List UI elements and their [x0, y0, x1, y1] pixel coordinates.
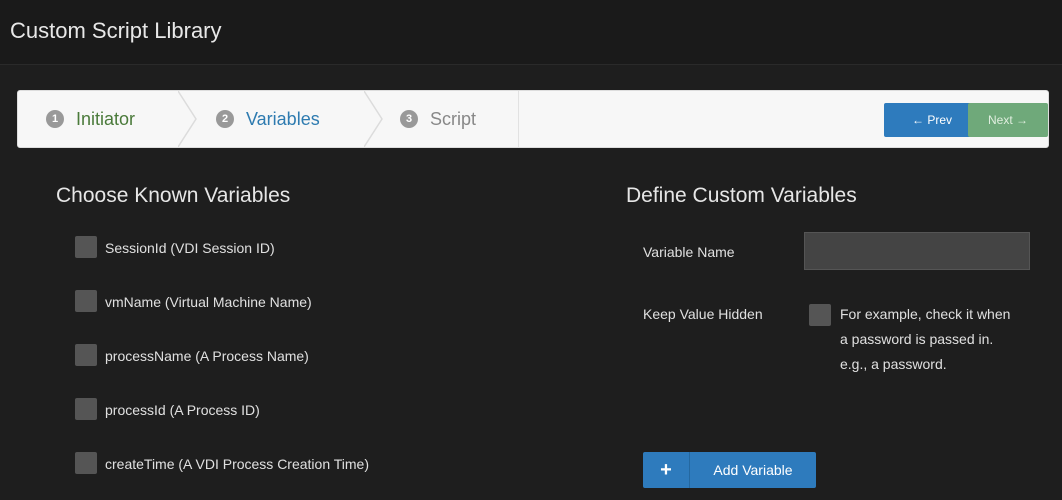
- step-label: Variables: [246, 108, 320, 129]
- next-button[interactable]: Next →: [968, 103, 1048, 137]
- checkbox-label: processName (A Process Name): [105, 348, 309, 364]
- page-title: Custom Script Library: [10, 18, 222, 43]
- checkbox-processname[interactable]: [75, 344, 97, 366]
- wizard-step-variables[interactable]: 2 Variables: [216, 91, 320, 147]
- checkbox-label: vmName (Virtual Machine Name): [105, 294, 312, 310]
- checkbox-vmname[interactable]: [75, 290, 97, 312]
- checkbox-processid[interactable]: [75, 398, 97, 420]
- step-number-icon: 3: [400, 110, 418, 128]
- wizard-step-initiator[interactable]: 1 Initiator: [46, 91, 135, 147]
- checkbox-createtime[interactable]: [75, 452, 97, 474]
- chevron-divider-icon: [178, 91, 197, 147]
- prev-button[interactable]: ← Prev: [884, 103, 980, 137]
- keep-hidden-label: Keep Value Hidden: [643, 306, 763, 322]
- variable-name-input[interactable]: [804, 232, 1030, 270]
- app-header: Custom Script Library: [0, 0, 1062, 65]
- checkbox-sessionid[interactable]: [75, 236, 97, 258]
- step-number-icon: 2: [216, 110, 234, 128]
- known-variables-heading: Choose Known Variables: [56, 184, 291, 207]
- step-number-icon: 1: [46, 110, 64, 128]
- checkbox-label: createTime (A VDI Process Creation Time): [105, 456, 370, 472]
- chevron-divider-icon: [364, 91, 383, 147]
- step-label: Script: [430, 108, 477, 129]
- add-variable-button[interactable]: + Add Variable: [643, 452, 816, 488]
- custom-variables-heading: Define Custom Variables: [626, 184, 857, 207]
- keep-hidden-checkbox[interactable]: [809, 304, 831, 326]
- divider: [518, 91, 519, 147]
- step-label: Initiator: [76, 108, 136, 129]
- wizard-step-script[interactable]: 3 Script: [400, 91, 476, 147]
- variable-name-label: Variable Name: [643, 244, 735, 260]
- checkbox-label: SessionId (VDI Session ID): [105, 240, 275, 256]
- keep-hidden-hint: For example, check it when a password is…: [840, 306, 1011, 372]
- checkbox-label: processId (A Process ID): [105, 402, 260, 418]
- plus-icon: +: [643, 452, 690, 488]
- add-variable-label: Add Variable: [713, 462, 793, 478]
- wizard-steps: 1 Initiator 2 Variables 3 Script ← Prev …: [17, 90, 1049, 148]
